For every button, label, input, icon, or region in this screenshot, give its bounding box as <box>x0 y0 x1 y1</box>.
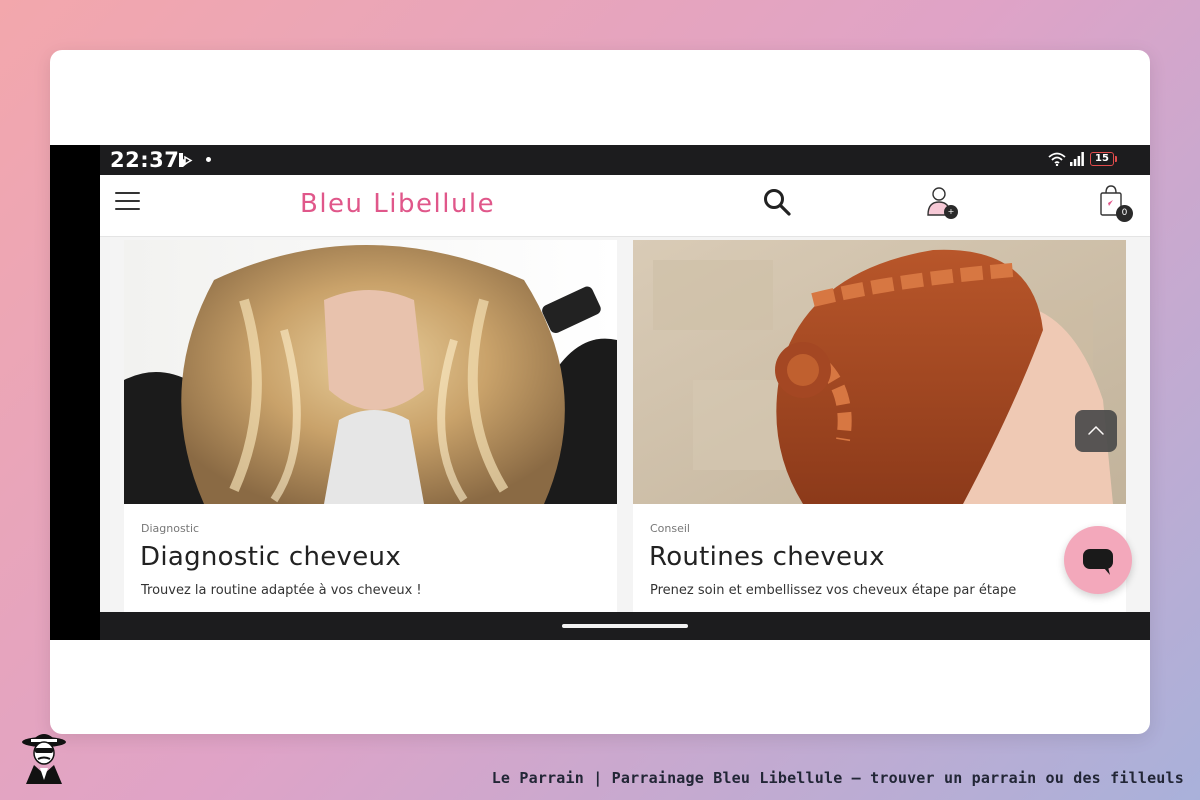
article-card-diagnostic[interactable]: Diagnostic Diagnostic cheveux Trouvez la… <box>124 240 617 612</box>
article-card-conseil[interactable]: Conseil Routines cheveux Prenez soin et … <box>633 240 1126 612</box>
signal-icon <box>1070 152 1084 166</box>
search-icon[interactable] <box>762 187 792 217</box>
navigation-bar <box>100 612 1150 640</box>
footer-caption: Le Parrain | Parrainage Bleu Libellule —… <box>491 769 1184 787</box>
scroll-to-top-button[interactable] <box>1075 410 1117 452</box>
webview: Bleu Libellule + 0 Diagnostic Diagnostic… <box>100 175 1150 612</box>
article-description: Trouvez la routine adaptée à vos cheveux… <box>141 583 422 598</box>
screenshot-frame: 22:37 15 Bleu Libellule + 0 Diagnostic D… <box>50 50 1150 734</box>
cart-count-badge: 0 <box>1116 205 1133 222</box>
hamburger-menu-icon[interactable] <box>115 192 140 212</box>
home-indicator[interactable] <box>562 624 688 628</box>
article-title[interactable]: Diagnostic cheveux <box>140 542 401 572</box>
cart-button[interactable]: 0 <box>1097 185 1137 223</box>
notification-dot <box>206 157 211 162</box>
app-notification-icon <box>179 153 193 167</box>
site-header: Bleu Libellule + 0 <box>100 175 1150 237</box>
wifi-icon <box>1048 152 1066 166</box>
status-time: 22:37 <box>110 148 180 172</box>
chevron-up-icon <box>1088 425 1104 435</box>
le-parrain-logo <box>22 734 66 784</box>
chat-button[interactable] <box>1064 526 1132 594</box>
blonde-hair-photo <box>124 240 617 504</box>
article-category: Conseil <box>650 522 690 535</box>
battery-tip <box>1115 156 1117 162</box>
chat-icon <box>1083 549 1113 575</box>
article-description: Prenez soin et embellissez vos cheveux é… <box>650 583 1017 598</box>
article-category: Diagnostic <box>141 522 200 535</box>
article-title[interactable]: Routines cheveux <box>649 542 885 572</box>
status-bar: 22:37 15 <box>100 145 1150 175</box>
account-button[interactable]: + <box>925 185 961 221</box>
battery-icon: 15 <box>1090 152 1114 166</box>
red-braid-photo <box>633 240 1126 504</box>
phone-screen: 22:37 15 Bleu Libellule + 0 Diagnostic D… <box>50 145 1150 640</box>
article-image-red-braid[interactable] <box>633 240 1126 504</box>
article-image-blonde-hair[interactable] <box>124 240 617 504</box>
brand-logo[interactable]: Bleu Libellule <box>300 189 495 219</box>
account-badge: + <box>944 205 958 219</box>
